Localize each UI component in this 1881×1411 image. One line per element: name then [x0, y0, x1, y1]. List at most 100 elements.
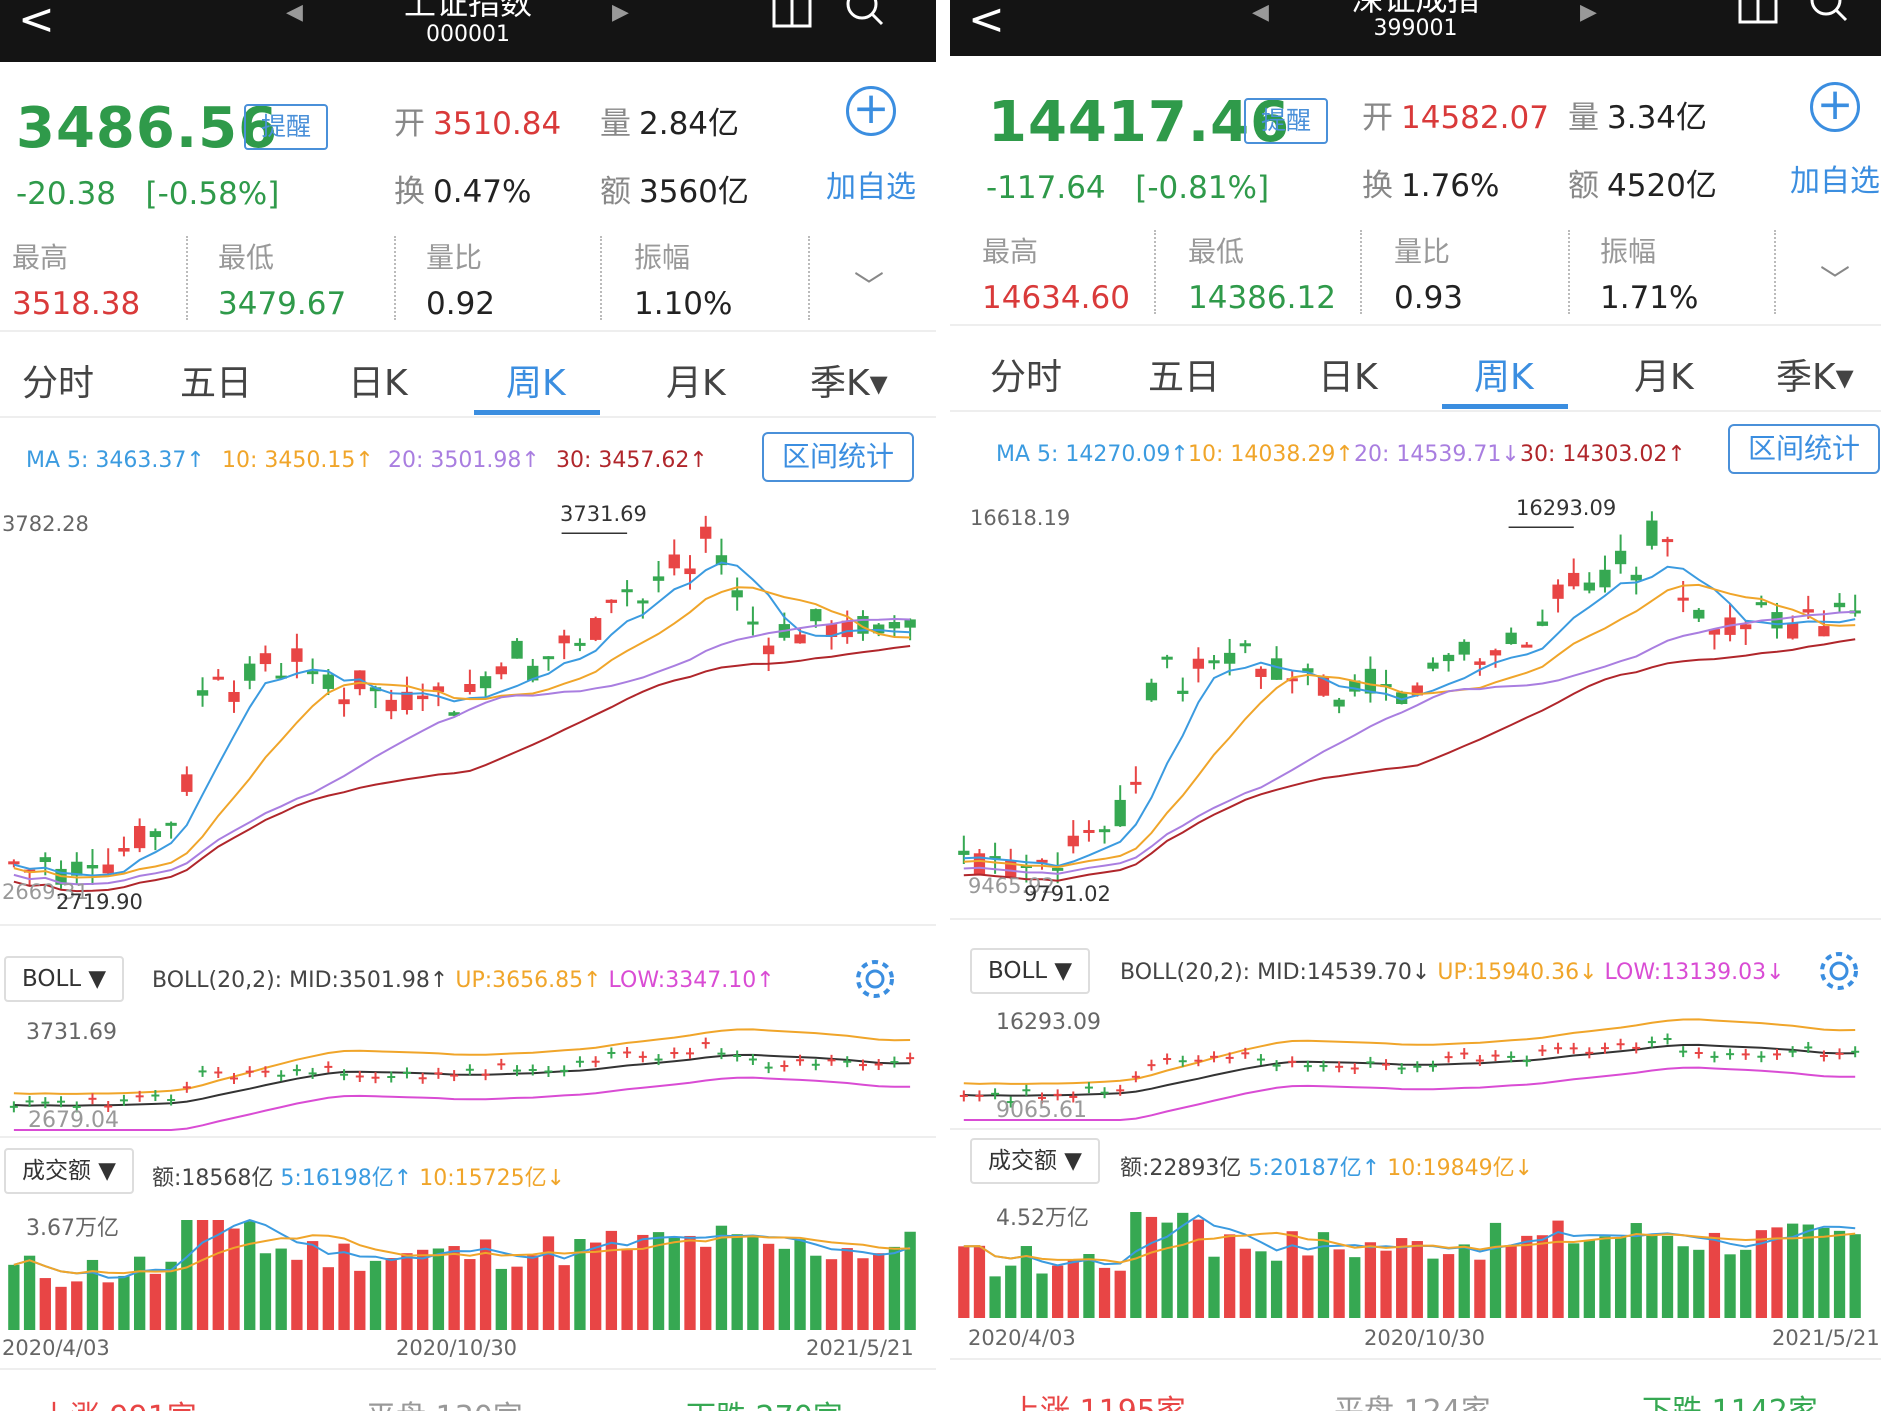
boll-chart[interactable] — [0, 1010, 936, 1140]
amount-chart[interactable] — [950, 1192, 1881, 1318]
add-watchlist-label[interactable]: 加自选 — [826, 162, 916, 206]
amount-ma5-line — [963, 1214, 1856, 1267]
amount-chart[interactable] — [0, 1200, 936, 1330]
kline-chart[interactable] — [0, 500, 936, 920]
amount-bar — [1583, 1240, 1595, 1318]
boll-mid-line — [13, 1053, 911, 1107]
stat-value: 1.71% — [1600, 280, 1699, 316]
alert-button[interactable]: 提醒 — [244, 104, 328, 150]
separator — [0, 1368, 936, 1370]
amount-bar — [432, 1248, 445, 1330]
next-index-icon[interactable]: ▶ — [1580, 0, 1597, 25]
boll-selector[interactable]: BOLL ▼ — [970, 948, 1091, 994]
candle-body — [86, 865, 99, 869]
share-icon[interactable] — [770, 0, 816, 28]
candle-body — [1552, 584, 1564, 599]
amount-bar — [1411, 1241, 1423, 1318]
candle-body — [1802, 609, 1814, 613]
amount-bar — [1380, 1250, 1392, 1318]
tab-weekly-k[interactable]: 周K — [506, 354, 566, 406]
add-watchlist-icon[interactable]: + — [846, 86, 896, 136]
stat-high: 最高 14634.60 — [982, 230, 1130, 316]
amount-bar — [589, 1242, 602, 1330]
boll-mid: MID:14539.70↓ — [1257, 960, 1431, 985]
boll-params: BOLL(20,2): — [1120, 960, 1251, 985]
amount-bar — [989, 1276, 1001, 1318]
open-label: 开 — [394, 106, 425, 142]
search-icon[interactable] — [842, 0, 888, 28]
settings-gear-icon[interactable] — [852, 956, 898, 1002]
amount-selector[interactable]: 成交额 ▼ — [4, 1148, 134, 1194]
amount-bar — [873, 1253, 885, 1330]
stat-low: 最低 3479.67 — [218, 236, 347, 322]
amount-bar — [23, 1255, 36, 1330]
amount-bar — [1740, 1249, 1752, 1318]
amount-value: 3560亿 — [639, 174, 749, 210]
candle-body — [39, 857, 51, 863]
next-index-icon[interactable]: ▶ — [612, 0, 629, 25]
open-label: 开 — [1362, 100, 1393, 136]
separator — [950, 1128, 1881, 1130]
candle-body — [244, 663, 256, 681]
range-stats-button[interactable]: 区间统计 — [1728, 424, 1880, 474]
candle-body — [1098, 829, 1111, 833]
amount-bar — [1599, 1236, 1611, 1318]
settings-gear-icon[interactable] — [1816, 948, 1862, 994]
amount-bar — [181, 1220, 193, 1330]
amount-bar — [1521, 1235, 1533, 1318]
amount-bar — [1458, 1244, 1470, 1318]
price-change: -20.38 [-0.58%] — [16, 176, 279, 212]
tab-quarterly-k[interactable]: 季K▾ — [810, 354, 888, 406]
tab-quarterly-k[interactable]: 季K▾ — [1776, 348, 1854, 400]
tab-intraday[interactable]: 分时 — [22, 354, 94, 406]
boll-top-label: 16293.09 — [996, 1010, 1101, 1035]
decliners-count: 下跌 270家 — [686, 1392, 843, 1411]
alert-button[interactable]: 提醒 — [1244, 98, 1328, 144]
candle-body — [1333, 699, 1345, 707]
amount-bar — [1568, 1243, 1580, 1318]
stat-divider — [186, 236, 188, 320]
change-value: -20.38 — [16, 176, 116, 212]
tab-five-day[interactable]: 五日 — [180, 354, 252, 406]
tab-monthly-k[interactable]: 月K — [666, 354, 726, 406]
amount-bar — [1255, 1251, 1267, 1318]
amount-bar — [1474, 1259, 1486, 1318]
tab-weekly-k[interactable]: 周K — [1474, 348, 1534, 400]
share-icon[interactable] — [1736, 0, 1782, 24]
amount-bar — [605, 1230, 618, 1330]
amount-bar — [825, 1259, 838, 1330]
tab-daily-k[interactable]: 日K — [348, 354, 408, 406]
add-watchlist-icon[interactable]: + — [1810, 82, 1860, 132]
boll-selector[interactable]: BOLL ▼ — [4, 956, 125, 1002]
stat-divider — [1154, 230, 1156, 314]
tab-daily-k[interactable]: 日K — [1318, 348, 1378, 400]
tab-five-day[interactable]: 五日 — [1148, 348, 1220, 400]
turnover-stat: 换 0.47% — [394, 166, 531, 211]
current-price: 3486.56 — [16, 96, 279, 161]
range-stats-button[interactable]: 区间统计 — [762, 432, 914, 482]
amount-selector-label: 成交额 — [22, 1158, 91, 1184]
tab-monthly-k[interactable]: 月K — [1634, 348, 1694, 400]
chevron-down-icon[interactable]: ﹀ — [1820, 256, 1850, 300]
stat-label: 最低 — [1188, 235, 1245, 268]
tab-intraday[interactable]: 分时 — [990, 348, 1062, 400]
candle-body — [1067, 835, 1079, 847]
amount-selector[interactable]: 成交额 ▼ — [970, 1138, 1100, 1184]
date-end: 2021/5/21 — [1772, 1326, 1880, 1350]
boll-upper-line — [13, 1028, 911, 1095]
separator — [0, 924, 936, 926]
candle-body — [1427, 662, 1439, 669]
candle-body — [495, 666, 507, 675]
kline-chart[interactable] — [950, 494, 1881, 914]
stat-value: 1.10% — [634, 286, 733, 322]
unchanged-count: 平盘 130家 — [366, 1392, 523, 1411]
amount-bar — [1005, 1265, 1017, 1318]
candle-body — [904, 619, 916, 628]
candle-body — [385, 699, 397, 712]
add-watchlist-label[interactable]: 加自选 — [1790, 156, 1880, 200]
search-icon[interactable] — [1806, 0, 1852, 24]
candle-body — [958, 850, 970, 855]
stat-value: 3479.67 — [218, 286, 347, 322]
chevron-down-icon[interactable]: ﹀ — [854, 262, 884, 306]
amount-bar — [1693, 1249, 1705, 1318]
